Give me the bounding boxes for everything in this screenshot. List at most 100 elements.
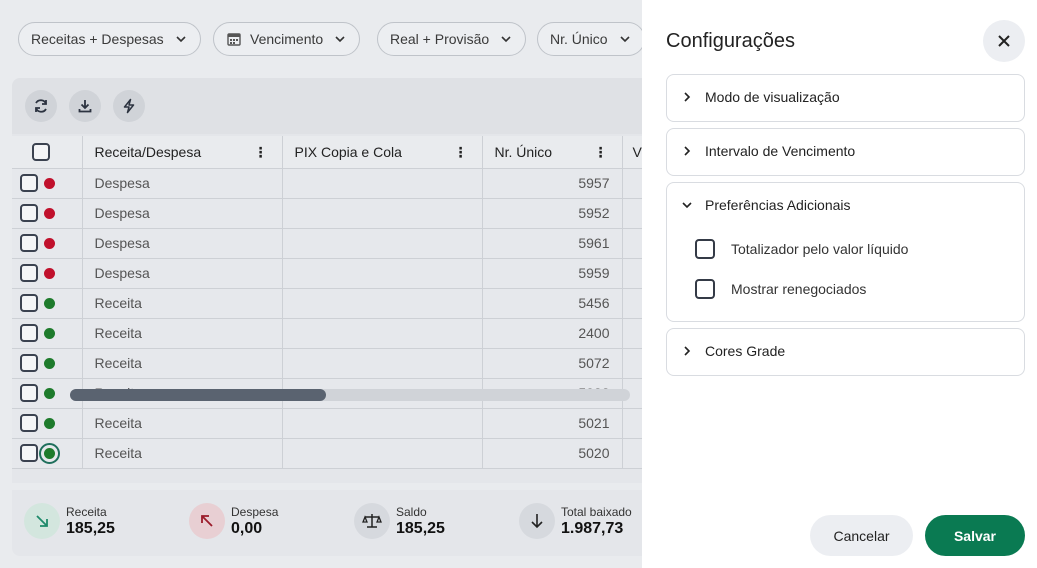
cell-nr-unico[interactable]: 2400 xyxy=(482,318,623,349)
row-checkbox[interactable] xyxy=(20,354,38,373)
table-row[interactable]: Despesa 5961 xyxy=(12,228,648,259)
status-dot xyxy=(44,357,55,369)
table-row[interactable]: Receita 5072 xyxy=(12,348,648,379)
cell-pix[interactable] xyxy=(282,438,483,469)
section-cores-grade[interactable]: Cores Grade xyxy=(666,328,1025,376)
cell-tipo[interactable]: Receita xyxy=(82,288,283,319)
cell-pix[interactable] xyxy=(282,408,483,439)
table-row[interactable]: Despesa 5952 xyxy=(12,198,648,229)
cell-tipo[interactable]: Despesa xyxy=(82,168,283,199)
row-checkbox[interactable] xyxy=(20,264,38,283)
cell-nr-unico[interactable]: 5072 xyxy=(482,348,623,379)
section-intervalo-vencimento[interactable]: Intervalo de Vencimento xyxy=(666,128,1025,176)
table-row[interactable]: Receita 5456 xyxy=(12,288,648,319)
cell-nr-unico[interactable]: 5952 xyxy=(482,198,623,229)
cell-nr-unico[interactable]: 5020 xyxy=(482,438,623,469)
select-all-checkbox[interactable] xyxy=(32,142,50,161)
cell-pix[interactable] xyxy=(282,258,483,289)
lightning-icon xyxy=(123,98,135,114)
table-row[interactable]: Receita 5021 xyxy=(12,408,648,439)
cell-tipo[interactable]: Despesa xyxy=(82,228,283,259)
section-label: Modo de visualização xyxy=(705,89,840,105)
status-dot xyxy=(39,442,60,464)
cell-tipo[interactable]: Receita xyxy=(82,318,283,349)
cell-pix[interactable] xyxy=(282,168,483,199)
total-label: Saldo xyxy=(396,504,427,519)
total-value: 1.987,73 xyxy=(561,519,624,537)
option-checkbox[interactable] xyxy=(695,239,715,259)
option-totalizador-liquido[interactable]: Totalizador pelo valor líquido xyxy=(695,239,908,259)
table-row[interactable]: Despesa 5957 xyxy=(12,168,648,199)
cell-nr-unico[interactable]: 5957 xyxy=(482,168,623,199)
chevron-down-icon xyxy=(335,36,345,43)
row-checkbox[interactable] xyxy=(20,384,38,403)
column-header-nr-unico[interactable]: Nr. Único ⋮ xyxy=(482,136,623,169)
refresh-button[interactable] xyxy=(25,90,57,122)
cell-nr-unico[interactable]: 5456 xyxy=(482,288,623,319)
cell-tipo[interactable]: Receita xyxy=(82,438,283,469)
cell-pix[interactable] xyxy=(282,228,483,259)
option-checkbox[interactable] xyxy=(695,279,715,299)
chevron-right-icon xyxy=(684,92,691,102)
section-header[interactable]: Preferências Adicionais xyxy=(681,197,851,213)
status-dot xyxy=(44,297,55,309)
cell-nr-unico[interactable]: 5961 xyxy=(482,228,623,259)
filter-real-provisao[interactable]: Real + Provisão xyxy=(377,22,527,56)
settings-panel: Configurações Modo de visualização Inter… xyxy=(642,0,1037,568)
column-header-receita-despesa[interactable]: Receita/Despesa ⋮ xyxy=(82,136,283,169)
balance-scale-icon xyxy=(362,514,382,528)
cell-pix[interactable] xyxy=(282,288,483,319)
cell-nr-unico[interactable]: 5021 xyxy=(482,408,623,439)
download-icon xyxy=(78,100,92,113)
column-label: PIX Copia e Cola xyxy=(294,143,402,160)
section-header[interactable]: Cores Grade xyxy=(681,343,785,359)
cell-pix[interactable] xyxy=(282,318,483,349)
download-button[interactable] xyxy=(69,90,101,122)
option-mostrar-renegociados[interactable]: Mostrar renegociados xyxy=(695,279,866,299)
row-checkbox[interactable] xyxy=(20,414,38,433)
table-row[interactable]: Despesa 5959 xyxy=(12,258,648,289)
cell-pix[interactable] xyxy=(282,198,483,229)
filter-nr-unico[interactable]: Nr. Único xyxy=(537,22,642,56)
row-select-cell xyxy=(12,288,83,319)
row-checkbox[interactable] xyxy=(20,294,38,313)
section-header[interactable]: Intervalo de Vencimento xyxy=(681,143,855,159)
section-header[interactable]: Modo de visualização xyxy=(681,89,840,105)
row-checkbox[interactable] xyxy=(20,444,38,463)
total-label: Despesa xyxy=(231,504,279,519)
row-checkbox[interactable] xyxy=(20,234,38,253)
column-menu-icon[interactable]: ⋮ xyxy=(594,145,608,159)
section-modo-visualizacao[interactable]: Modo de visualização xyxy=(666,74,1025,122)
calendar-icon xyxy=(227,33,241,46)
row-select-cell xyxy=(12,318,83,349)
cancel-button[interactable]: Cancelar xyxy=(810,515,913,556)
scrollbar-thumb[interactable] xyxy=(70,389,326,401)
row-checkbox[interactable] xyxy=(20,204,38,223)
save-button[interactable]: Salvar xyxy=(925,515,1025,556)
column-menu-icon[interactable]: ⋮ xyxy=(454,145,468,159)
cell-tipo[interactable]: Receita xyxy=(82,348,283,379)
cell-nr-unico[interactable]: 5959 xyxy=(482,258,623,289)
row-checkbox[interactable] xyxy=(20,174,38,193)
table-row[interactable]: Receita 2400 xyxy=(12,318,648,349)
status-dot xyxy=(44,177,55,189)
column-menu-icon[interactable]: ⋮ xyxy=(254,145,268,159)
grid-header-row: Receita/Despesa ⋮ PIX Copia e Cola ⋮ Nr. Ú… xyxy=(12,136,648,169)
cell-tipo[interactable]: Despesa xyxy=(82,258,283,289)
column-header-pix[interactable]: PIX Copia e Cola ⋮ xyxy=(282,136,483,169)
filter-vencimento[interactable]: Vencimento xyxy=(213,22,361,56)
status-dot xyxy=(44,267,55,279)
row-checkbox[interactable] xyxy=(20,324,38,343)
actions-button[interactable] xyxy=(113,90,145,122)
cell-tipo[interactable]: Receita xyxy=(82,408,283,439)
cell-pix[interactable] xyxy=(282,348,483,379)
cell-tipo[interactable]: Despesa xyxy=(82,198,283,229)
close-button[interactable] xyxy=(983,20,1025,62)
filter-label: Real + Provisão xyxy=(390,31,490,47)
chevron-down-icon xyxy=(176,36,186,43)
horizontal-scrollbar[interactable] xyxy=(70,389,630,401)
close-icon xyxy=(998,35,1010,47)
filter-receitas-despesas[interactable]: Receitas + Despesas xyxy=(18,22,201,56)
data-grid: Receita/Despesa ⋮ PIX Copia e Cola ⋮ Nr. Ú… xyxy=(12,136,648,469)
table-row[interactable]: Receita 5020 xyxy=(12,438,648,469)
